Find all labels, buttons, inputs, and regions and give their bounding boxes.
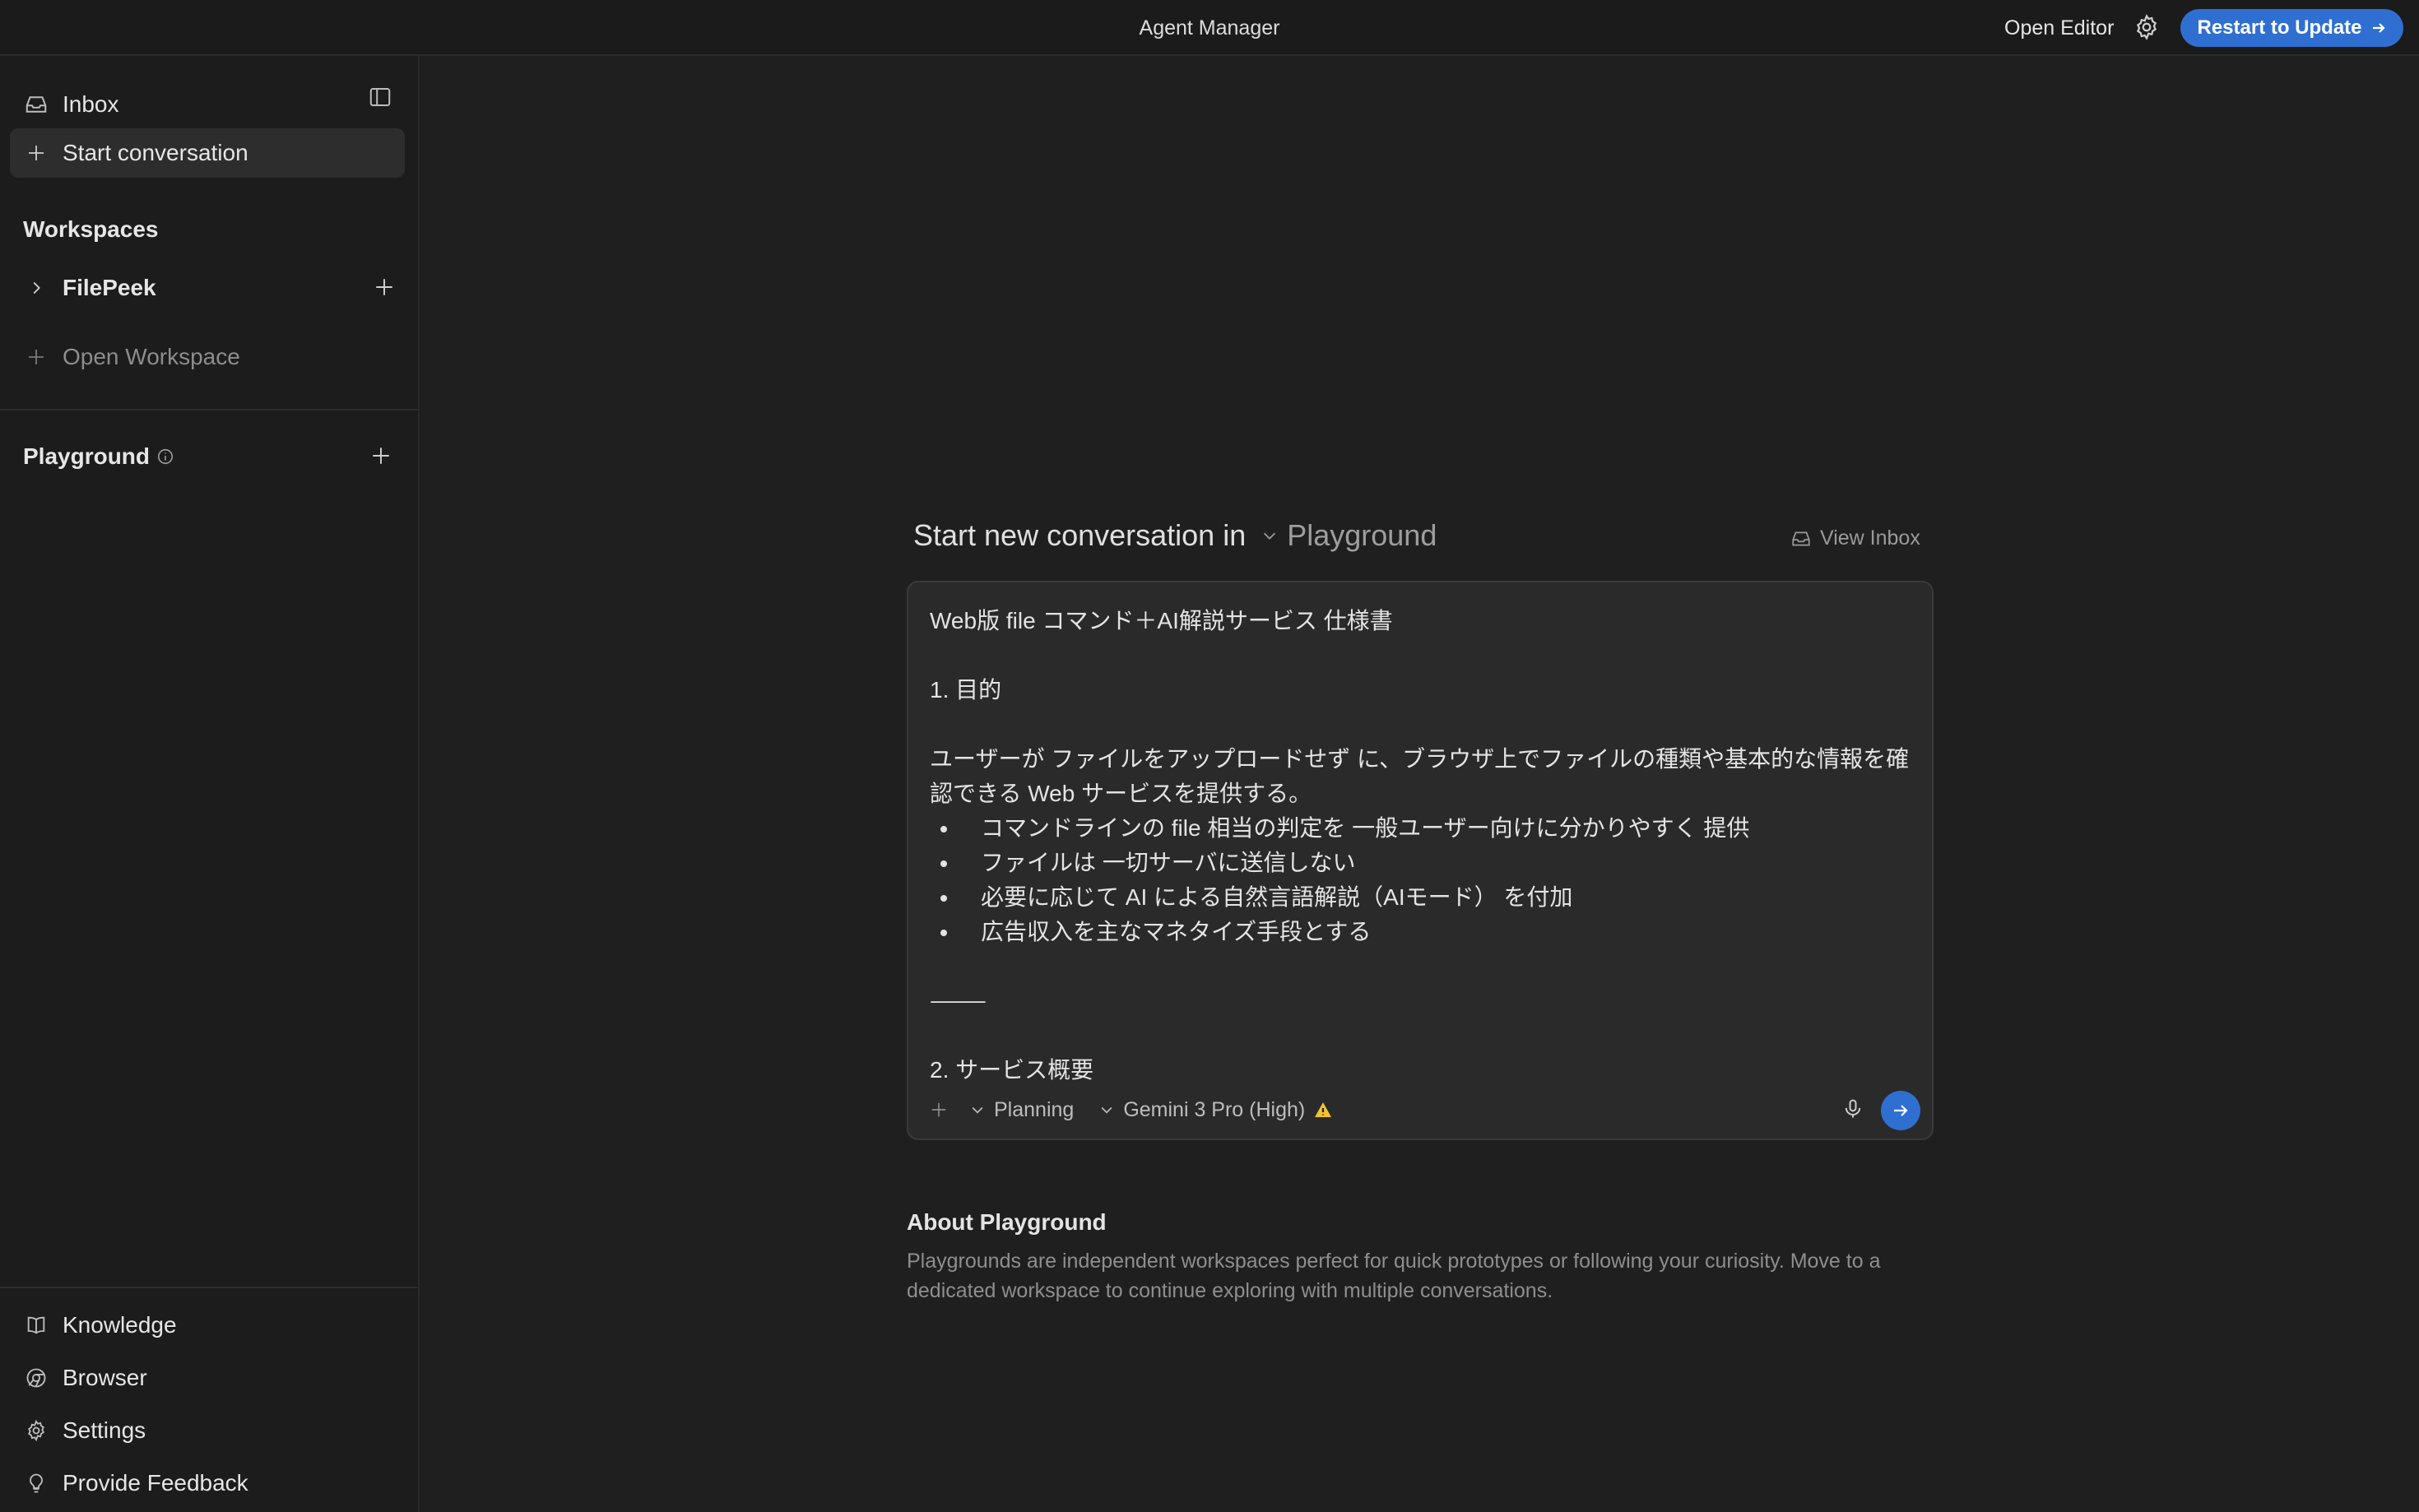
title-bar: Agent Manager Open Editor Restart to Upd… [0,0,2419,56]
open-workspace-label: Open Workspace [63,344,240,369]
list-item: コマンドラインの file 相当の判定を 一般ユーザー向けに分かりやすく 提供 [959,811,1914,846]
sidebar-item-label: Provide Feedback [63,1470,248,1496]
restart-label: Restart to Update [2197,16,2362,39]
sidebar: Inbox Start conversation Workspaces File… [0,56,420,1512]
sidebar-item-knowledge[interactable]: Knowledge [23,1304,385,1347]
chrome-icon [23,1365,49,1391]
spec-title: Web版 file コマンド＋AI解説サービス 仕様書 [930,608,1393,633]
about-playground-description: Playgrounds are independent workspaces p… [907,1250,1881,1302]
add-workspace-conversation-button[interactable] [370,273,398,301]
send-button[interactable] [1881,1091,1920,1130]
inbox-icon [23,91,49,118]
mode-label: Planning [994,1097,1075,1121]
composer-toolbar: Planning Gemini 3 Pro (High) [926,1089,1914,1130]
view-inbox-button[interactable]: View Inbox [1790,526,1920,550]
open-editor-button[interactable]: Open Editor [2004,16,2114,40]
open-workspace-button[interactable]: Open Workspace [23,338,369,376]
heading-prefix: Start new conversation in [913,518,1247,552]
sidebar-item-filepeek[interactable]: FilePeek [23,269,369,307]
sidebar-item-settings[interactable]: Settings [23,1409,385,1452]
sidebar-item-label: Settings [63,1417,146,1443]
mode-selector[interactable]: Planning [969,1098,1074,1122]
start-conversation-button[interactable]: Start conversation [10,128,405,178]
chevron-down-icon [969,1102,986,1118]
section-rule: ⸻ [930,988,987,1013]
workspace-selector-label: Playground [1287,518,1437,552]
about-playground-title: About Playground [907,1209,1107,1235]
sidebar-item-label: Inbox [63,91,119,117]
chevron-down-icon [1261,526,1279,545]
view-inbox-label: View Inbox [1820,526,1920,550]
section-heading: 2. サービス概要 [930,1057,1094,1083]
warning-icon [1313,1100,1333,1120]
chevron-down-icon [1098,1102,1115,1118]
inbox-icon [1790,528,1812,550]
start-conversation-label: Start conversation [63,140,248,165]
chevron-right-icon [23,275,49,301]
section-heading: 1. 目的 [930,677,1002,703]
conversation-heading: Start new conversation in Playground [913,518,1437,553]
microphone-icon[interactable] [1836,1092,1869,1125]
list-item: 必要に応じて AI による自然言語解説（AIモード） を付加 [959,880,1914,915]
model-label: Gemini 3 Pro (High) [1123,1097,1306,1121]
purpose-paragraph: ユーザーが ファイルをアップロードせず に、ブラウザ上でファイルの種類や基本的な… [930,746,1910,806]
gear-icon [23,1417,49,1444]
arrow-right-icon [2370,20,2387,36]
model-selector[interactable]: Gemini 3 Pro (High) [1098,1098,1333,1122]
list-item: 広告収入を主なマネタイズ手段とする [959,915,1914,949]
workspace-selector[interactable]: Playground [1261,518,1437,553]
prompt-input[interactable]: Web版 file コマンド＋AI解説サービス 仕様書 1. 目的 ユーザーが … [930,604,1914,1089]
add-attachment-button[interactable] [926,1101,951,1119]
workspaces-heading: Workspaces [23,216,159,242]
sidebar-item-inbox[interactable]: Inbox [23,81,395,128]
sidebar-item-label: Browser [63,1365,147,1390]
sidebar-item-provide-feedback[interactable]: Provide Feedback [23,1462,385,1505]
info-icon[interactable] [156,448,174,466]
sidebar-toggle-icon[interactable] [367,84,393,110]
purpose-list: コマンドラインの file 相当の判定を 一般ユーザー向けに分かりやすく 提供 … [930,811,1914,949]
sidebar-item-browser[interactable]: Browser [23,1357,385,1399]
sidebar-bottom-divider [0,1287,418,1288]
sidebar-divider [0,409,418,410]
book-icon [23,1312,49,1338]
prompt-composer: Web版 file コマンド＋AI解説サービス 仕様書 1. 目的 ユーザーが … [907,581,1934,1140]
lightbulb-icon [23,1470,49,1496]
list-item: ファイルは 一切サーバに送信しない [959,846,1914,880]
plus-icon [23,140,49,166]
sidebar-item-label: Knowledge [63,1312,177,1338]
workspace-label: FilePeek [63,275,156,300]
restart-to-update-button[interactable]: Restart to Update [2180,9,2403,47]
playground-heading-label: Playground [23,443,151,469]
gear-icon[interactable] [2133,13,2161,41]
plus-icon [23,344,49,370]
playground-heading: Playground [23,443,174,470]
add-playground-button[interactable] [367,442,395,470]
